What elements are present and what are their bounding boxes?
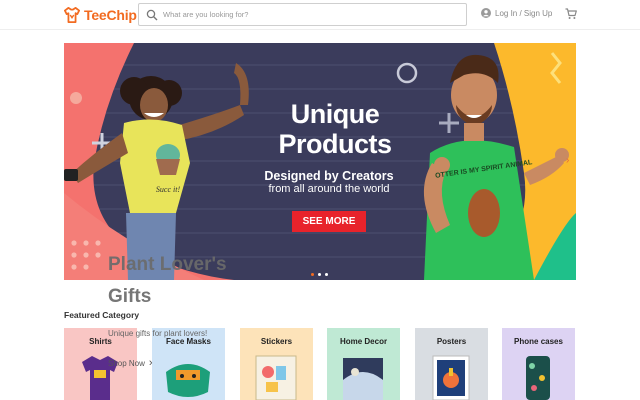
category-label[interactable]: Posters [415, 337, 488, 346]
cart-icon[interactable] [565, 8, 577, 20]
category-label[interactable]: Shirts [64, 337, 137, 346]
banner-title: Unique Products [270, 99, 400, 159]
banner-subtitle: Designed by Creators [264, 169, 394, 183]
category-card[interactable]: Phone cases [502, 328, 575, 400]
left-shirt-text: Succ it! [156, 185, 181, 194]
login-label[interactable]: Log In / Sign Up [495, 9, 552, 18]
logo[interactable]: TeeChip [63, 6, 137, 24]
see-more-button[interactable]: SEE MORE [292, 211, 366, 232]
category-card[interactable]: Posters [415, 328, 488, 400]
home-decor-icon [343, 358, 383, 400]
category-card[interactable]: Home Decor [327, 328, 400, 400]
teechip-logo-icon [64, 7, 80, 23]
category-card[interactable]: Face Masks [152, 328, 225, 400]
shop-now-label[interactable]: Shop Now [108, 359, 145, 368]
banner-title-line2: Products [278, 129, 392, 159]
chevron-right-icon: › [148, 357, 153, 369]
category-label[interactable]: Home Decor [327, 337, 400, 346]
slide-dot[interactable] [318, 273, 321, 276]
next-slide-arrow-icon[interactable]: › [566, 155, 569, 166]
sticker-icon [255, 355, 297, 400]
login-link[interactable]: Log In / Sign Up [481, 8, 552, 18]
promo-title: Plant Lover's Gifts [108, 254, 227, 307]
promo-subtitle: Unique gifts for plant lovers! [108, 329, 208, 338]
user-icon [481, 8, 491, 18]
category-label[interactable]: Stickers [240, 337, 313, 346]
slide-indicators [311, 273, 328, 276]
slide-dot[interactable] [311, 273, 314, 276]
poster-icon [432, 355, 470, 400]
search-input[interactable] [163, 10, 463, 19]
banner-subtitle-2: from all around the world [268, 183, 390, 195]
category-card[interactable]: Stickers [240, 328, 313, 400]
search-icon[interactable] [146, 9, 158, 21]
logo-text: TeeChip [84, 7, 137, 23]
banner-title-line1: Unique [290, 99, 380, 129]
category-label[interactable]: Phone cases [502, 337, 575, 346]
site-header: TeeChip Log In / Sign Up [0, 0, 640, 30]
face-mask-icon [166, 364, 210, 397]
slide-dot[interactable] [325, 273, 328, 276]
phone-case-icon [526, 356, 550, 400]
hero-banner[interactable]: Succ it! OTTER IS MY SPIRIT ANIMAL Uniqu… [64, 43, 576, 280]
shop-now-link[interactable]: Shop Now › [108, 357, 153, 369]
search-bar[interactable] [138, 3, 467, 26]
banner-artwork: Succ it! OTTER IS MY SPIRIT ANIMAL [64, 43, 576, 280]
category-label[interactable]: Face Masks [152, 337, 225, 346]
